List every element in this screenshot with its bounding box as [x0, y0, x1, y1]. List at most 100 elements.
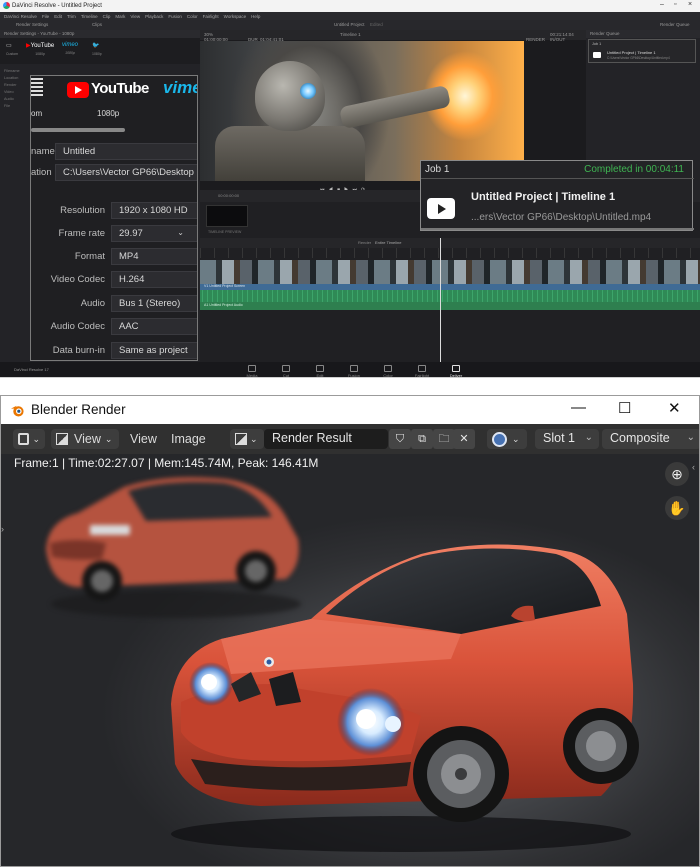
menu-item[interactable]: Trim: [67, 14, 76, 19]
job-progress-bar: [421, 228, 694, 230]
render-job-card[interactable]: Job 1 Untitled Project | Timeline 1 C:\U…: [588, 39, 696, 63]
status-app-name: DaVinci Resolve 17: [14, 367, 49, 372]
zoom-icon[interactable]: ⊕: [665, 462, 689, 486]
page-deliver[interactable]: Deliver: [444, 365, 468, 377]
chevron-down-icon[interactable]: ⌄: [138, 83, 146, 94]
view-menu-button[interactable]: View ⌄: [51, 429, 119, 449]
page-edit[interactable]: Edit: [308, 365, 332, 377]
video-track-clips[interactable]: [200, 260, 700, 284]
chevron-down-icon: ⌄: [250, 433, 258, 444]
video-codec-select[interactable]: H.264: [111, 271, 197, 288]
menu-item[interactable]: File: [42, 14, 49, 19]
menu-item[interactable]: Timeline: [81, 14, 98, 19]
browse-image-button[interactable]: ⌄: [230, 429, 264, 449]
preset-scrollbar[interactable]: [31, 128, 125, 132]
minimize-icon[interactable]: –: [660, 1, 664, 8]
menu-item[interactable]: Help: [251, 14, 260, 19]
audio-row: Audio Bus 1 (Stereo): [31, 295, 197, 313]
youtube-icon: [593, 52, 601, 58]
project-edited-label: Edited: [370, 22, 383, 27]
image-editor-header: ⌄ View ⌄ View Image ⌄ Render Result ⛉ ⧉ …: [1, 424, 699, 454]
frame-rate-select[interactable]: 29.97 ⌄: [111, 225, 197, 242]
sidebar-expand-arrow[interactable]: ‹: [692, 462, 695, 472]
data-burn-in-select[interactable]: Same as project: [111, 342, 197, 359]
chevron-down-icon: ⌄: [686, 432, 695, 443]
resolution-select[interactable]: 1920 x 1080 HD: [111, 202, 197, 219]
preset-youtube[interactable]: ▶YouTube 1080p: [26, 42, 54, 56]
menu-item[interactable]: Mark: [115, 14, 125, 19]
minimize-icon[interactable]: —: [571, 399, 586, 416]
composite-screenshot: DaVinci Resolve - Untitled Project – ▫ ×…: [0, 0, 700, 867]
data-burn-in-row: Data burn-in Same as project: [31, 342, 197, 360]
toolbar-expand-arrow[interactable]: ›: [1, 524, 10, 540]
menu-item[interactable]: Clip: [103, 14, 111, 19]
preset-logos: YouTube ⌄ vime: [31, 76, 197, 102]
render-queue-tab[interactable]: Render Queue: [660, 22, 690, 27]
menu-item[interactable]: Color: [187, 14, 198, 19]
audio-select[interactable]: Bus 1 (Stereo): [111, 295, 197, 312]
list-label: Location: [4, 76, 19, 80]
copy-icon[interactable]: ⧉: [411, 429, 433, 449]
menu-item[interactable]: Playback: [145, 14, 163, 19]
editor-type-button[interactable]: ⌄: [13, 429, 45, 449]
render-settings-tab[interactable]: Render Settings: [16, 22, 48, 27]
audio-codec-row: Audio Codec AAC: [31, 318, 197, 336]
render-settings-zoom: YouTube ⌄ vime om 1080p name Untitled at…: [30, 75, 198, 361]
job-path: ...ers\Vector GP66\Desktop\Untitled.mp4: [471, 212, 652, 223]
render-job-zoom[interactable]: Job 1 Completed in 00:04:11 Untitled Pro…: [420, 160, 694, 231]
film-strip-icon: [31, 78, 43, 98]
page-navigation: DaVinci Resolve 17 Media Cut Edit Fusion…: [0, 362, 700, 377]
render-range-dropdown[interactable]: Entire Timeline: [375, 240, 401, 245]
folder-icon[interactable]: 🗀: [433, 429, 455, 449]
menu-item[interactable]: Edit: [54, 14, 62, 19]
maximize-icon[interactable]: ▫: [674, 1, 676, 8]
timeline-ruler[interactable]: [200, 248, 700, 258]
filename-field[interactable]: Untitled: [55, 143, 197, 160]
page-fusion[interactable]: Fusion: [342, 365, 366, 377]
preset-vimeo[interactable]: vimeo 1080p: [62, 42, 78, 55]
page-fairlight[interactable]: Fairlight: [410, 365, 434, 377]
playhead[interactable]: [440, 238, 441, 362]
shield-icon[interactable]: ⛉: [389, 429, 411, 449]
preset-sub-left: om: [31, 109, 43, 118]
overlay-icon: [492, 431, 507, 447]
preset-sub-youtube: 1080p: [97, 109, 120, 118]
close-icon[interactable]: ✕: [453, 429, 475, 449]
list-label: Filename: [4, 69, 20, 73]
menu-item[interactable]: Workspace: [224, 14, 246, 19]
location-field[interactable]: C:\Users\Vector GP66\Desktop: [55, 164, 197, 181]
maximize-icon[interactable]: ☐: [618, 399, 631, 417]
page-media[interactable]: Media: [240, 365, 264, 377]
hand-icon[interactable]: ✋: [665, 496, 689, 520]
format-select[interactable]: MP4: [111, 248, 197, 265]
menu-item[interactable]: Fusion: [168, 14, 182, 19]
render-scale-label: Render: [358, 240, 372, 245]
image-menu[interactable]: Image: [171, 432, 206, 446]
job-name: Job 1: [425, 164, 450, 175]
audio-codec-select[interactable]: AAC: [111, 318, 197, 335]
job-title: Untitled Project | Timeline 1: [607, 50, 656, 55]
vimeo-wordmark[interactable]: vime: [163, 78, 197, 98]
playback-tc: 00:00:00:00: [218, 193, 240, 198]
close-icon[interactable]: ✕: [668, 399, 681, 417]
close-icon[interactable]: ×: [688, 1, 692, 8]
overlay-button[interactable]: ⌄: [487, 429, 527, 449]
resolve-toolbar: Render Settings Clips Untitled Project E…: [0, 20, 700, 30]
page-color[interactable]: Color: [376, 365, 400, 377]
render-settings-header: Render Settings - YouTube - 1080p: [0, 30, 200, 38]
image-name-field[interactable]: Render Result: [264, 429, 388, 449]
menu-item[interactable]: View: [130, 14, 140, 19]
menu-item[interactable]: Fairlight: [203, 14, 219, 19]
format-row: Format MP4: [31, 248, 197, 266]
chevron-down-icon: ⌄: [32, 433, 40, 444]
page-cut[interactable]: Cut: [274, 365, 298, 377]
preset-twitter[interactable]: 🐦 1080p: [92, 42, 102, 56]
render-result-canvas[interactable]: Frame:1 | Time:02:27.07 | Mem:145.74M, P…: [1, 454, 699, 866]
layer-dropdown[interactable]: Composite ⌄: [602, 429, 699, 449]
clips-tab[interactable]: Clips: [92, 22, 102, 27]
menu-item[interactable]: DaVinci Resolve: [4, 14, 37, 19]
view-menu[interactable]: View: [130, 432, 157, 446]
slot-dropdown[interactable]: Slot 1 ⌄: [535, 429, 599, 449]
preset-custom[interactable]: ▭ Custom: [6, 42, 18, 56]
audio-waveform[interactable]: [200, 290, 700, 302]
